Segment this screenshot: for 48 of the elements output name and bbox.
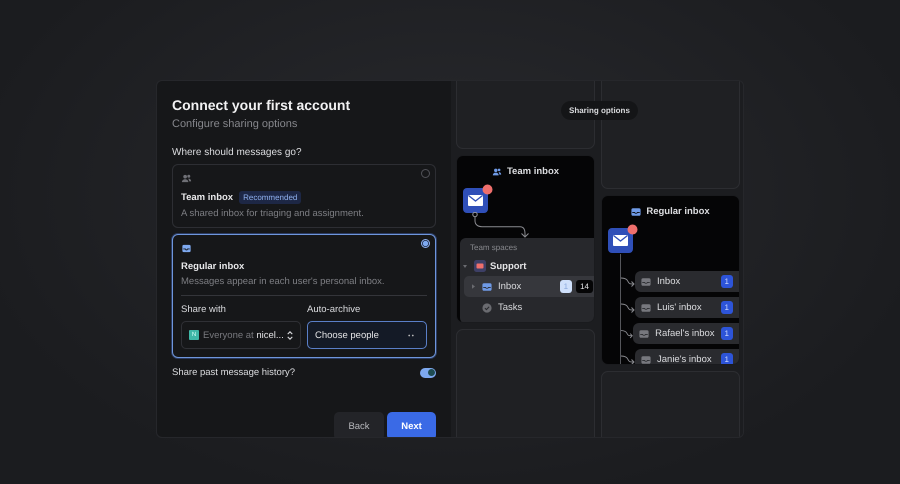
option-title: Team inbox [181, 192, 234, 203]
sharing-options-pill: Sharing options [561, 101, 638, 120]
branch-arrow [621, 354, 635, 364]
caret-icon [472, 284, 475, 289]
radio-button[interactable] [421, 239, 430, 248]
total-count: 14 [576, 280, 593, 293]
card-title: Regular inbox [646, 206, 710, 217]
card-title: Team inbox [506, 166, 560, 177]
option-description: A shared inbox for triaging and assignment. [181, 208, 365, 219]
inbox-item[interactable]: Inbox 1 14 [464, 276, 594, 297]
recommended-badge: Recommended [239, 191, 302, 204]
toggle-label: Share past message history? [172, 367, 296, 378]
inbox-item[interactable]: Tasks [464, 298, 594, 317]
people-icon [492, 166, 502, 176]
dialog-subtitle: Configure sharing options [172, 118, 298, 130]
branch-arrow [621, 328, 634, 340]
field-label: Auto-archive [307, 304, 362, 315]
mail-icon [463, 184, 493, 214]
inbox-item[interactable]: Rafael's inbox 1 [633, 323, 739, 344]
section-label: Team spaces [469, 243, 518, 252]
inbox-item[interactable]: Luis' inbox 1 [635, 297, 739, 318]
branch-arrow [621, 276, 635, 288]
handle-icon [408, 334, 414, 336]
inbox-item[interactable]: Inbox 1 [635, 271, 739, 292]
unread-count: 1 [720, 275, 733, 288]
auto-archive-select[interactable]: Choose people [307, 321, 427, 349]
question-label: Where should messages go? [172, 147, 303, 158]
history-toggle[interactable] [420, 368, 436, 378]
option-title: Regular inbox [181, 261, 244, 272]
option-description: Messages appear in each user's personal inbox. [181, 276, 386, 287]
unread-count: 1 [720, 327, 733, 340]
option-card[interactable]: Team inbox Recommended A shared inbox for triaging and assignment. [172, 164, 436, 228]
space-item[interactable]: Support [460, 257, 594, 275]
check-circle-icon [482, 302, 492, 312]
caret-icon[interactable] [463, 264, 467, 268]
unread-count: 1 [720, 301, 733, 314]
back-button[interactable]: Back [334, 412, 384, 437]
next-button[interactable]: Next [387, 412, 436, 437]
branch-arrow [621, 302, 635, 314]
dialog-title: Connect your first account [172, 97, 352, 113]
chevron-up-down-icon [286, 330, 294, 340]
mail-icon [608, 224, 638, 254]
inbox-item[interactable]: Janie's inbox 1 [635, 349, 739, 364]
radio-button[interactable] [421, 169, 430, 178]
unread-count: 1 [720, 353, 733, 364]
people-icon [181, 173, 192, 184]
field-label: Share with [181, 304, 227, 315]
unread-count: 1 [560, 280, 572, 293]
